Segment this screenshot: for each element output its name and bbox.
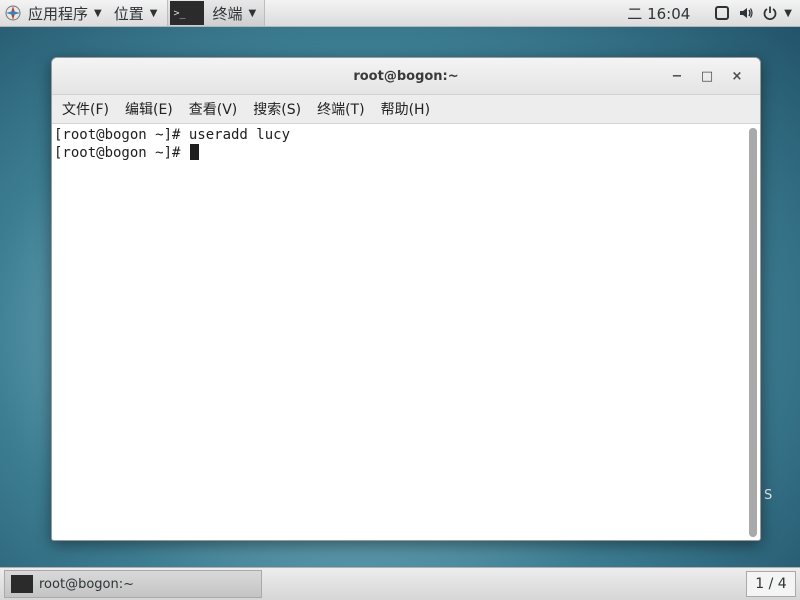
clock[interactable]: 二 16:04 [627,3,690,24]
minimize-icon: − [671,68,683,84]
applications-menu-label: 应用程序 [28,4,89,23]
places-menu[interactable]: 位置 ▼ [108,0,164,26]
chevron-down-icon: ▼ [248,7,257,19]
menubar: 文件(F) 编辑(E) 查看(V) 搜索(S) 终端(T) 帮助(H) [52,95,760,124]
screen-icon[interactable] [714,5,730,21]
taskbar-item-label: root@bogon:~ [39,576,134,592]
terminal-output[interactable]: [root@bogon ~]# useradd lucy [root@bogon… [52,124,760,540]
terminal-task-label: 终端 [212,4,243,23]
top-panel: 应用程序 ▼ 位置 ▼ >_ 终端 ▼ 二 16:04 ▼ [0,0,800,27]
terminal-prompt-text: [root@bogon ~]# [54,145,189,161]
terminal-task-menu[interactable]: >_ 终端 ▼ [167,0,266,26]
taskbar-item-terminal[interactable]: root@bogon:~ [4,570,262,598]
window-controls: − □ × [662,58,752,94]
maximize-button[interactable]: □ [692,64,722,88]
applications-menu[interactable]: 应用程序 ▼ [0,0,108,26]
terminal-prompt-line: [root@bogon ~]# [54,144,760,162]
workspace-indicator: 1 / 4 [755,576,787,592]
workspace-switcher[interactable]: 1 / 4 [746,571,796,597]
menu-edit[interactable]: 编辑(E) [117,99,181,119]
minimize-button[interactable]: − [662,64,692,88]
window-titlebar[interactable]: root@bogon:~ − □ × [52,58,760,95]
places-menu-label: 位置 [113,4,144,23]
menu-help[interactable]: 帮助(H) [373,99,438,119]
window-title: root@bogon:~ [353,68,459,84]
vertical-scrollbar[interactable] [749,128,757,537]
menu-terminal[interactable]: 终端(T) [309,99,372,119]
terminal-icon: >_ [170,1,205,25]
terminal-line: [root@bogon ~]# useradd lucy [54,126,760,144]
bottom-panel: root@bogon:~ 1 / 4 [0,567,800,600]
power-icon[interactable] [762,5,778,21]
chevron-down-icon: ▼ [94,7,102,19]
menu-search[interactable]: 搜索(S) [245,99,309,119]
desktop-watermark: S [764,488,776,503]
maximize-icon: □ [700,68,714,84]
scrollbar-thumb[interactable] [749,128,757,537]
close-icon: × [731,68,743,84]
terminal-icon [11,575,33,593]
menu-view[interactable]: 查看(V) [181,99,246,119]
menu-file[interactable]: 文件(F) [54,99,117,119]
chevron-down-icon: ▼ [149,7,158,19]
close-button[interactable]: × [722,64,752,88]
terminal-line-text: [root@bogon ~]# useradd lucy [54,127,291,143]
apps-icon [4,4,22,22]
text-cursor [189,144,199,160]
volume-icon[interactable] [738,5,754,21]
terminal-window: root@bogon:~ − □ × 文件(F) 编辑(E) 查看(V) 搜索(… [51,57,761,541]
system-tray: 二 16:04 ▼ [627,0,800,26]
chevron-down-icon[interactable]: ▼ [784,8,792,19]
